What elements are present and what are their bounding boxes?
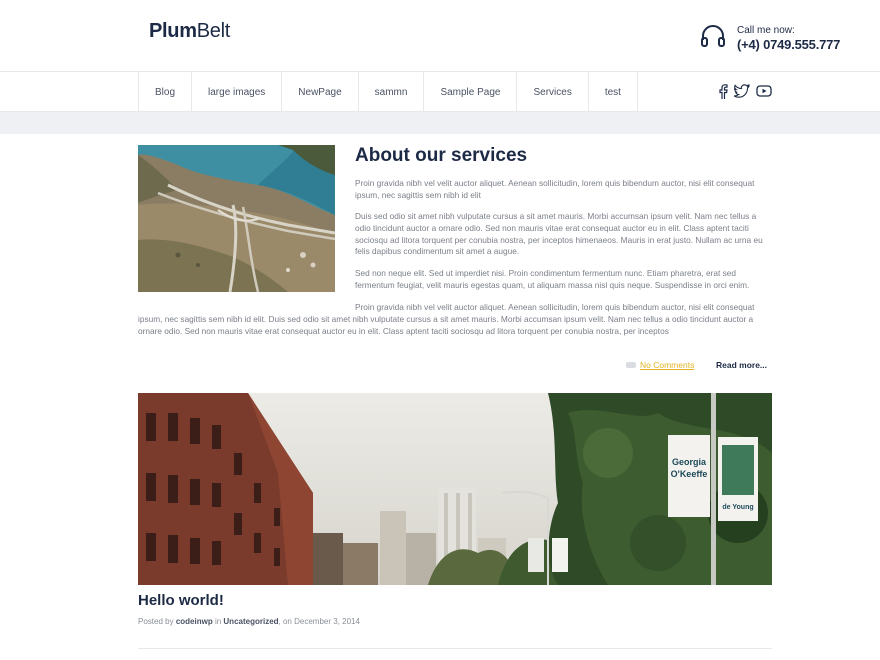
street-scene-image: Georgia O'Keeffe de Young [138, 393, 772, 585]
aerial-highway-image [138, 145, 335, 292]
nav-item-blog[interactable]: Blog [139, 72, 193, 112]
nav-item-services[interactable]: Services [517, 72, 589, 112]
post-paragraph-wrapped: Proin gravida nibh vel velit auctor aliq… [138, 302, 755, 336]
nav-item-sample-page[interactable]: Sample Page [424, 72, 518, 112]
post-paragraph: Duis sed odio sit amet nibh vulputate cu… [355, 211, 763, 257]
comment-icon [626, 362, 636, 368]
post-comments: No Comments [626, 360, 694, 370]
posted-by-label: Posted by [138, 617, 174, 626]
in-label: in [214, 617, 222, 626]
nav-item-test[interactable]: test [589, 72, 638, 112]
twitter-icon[interactable] [734, 84, 750, 98]
nav-item-sammn[interactable]: sammn [359, 72, 425, 112]
post-date: , on December 3, 2014 [278, 617, 360, 626]
call-phone[interactable]: (+4) 0749.555.777 [737, 37, 840, 52]
nav-item-newpage[interactable]: NewPage [282, 72, 359, 112]
youtube-icon[interactable] [756, 84, 772, 98]
category-link[interactable]: Uncategorized [223, 617, 278, 626]
post-title[interactable]: About our services [355, 145, 527, 167]
site-logo[interactable]: PlumBelt [149, 20, 230, 43]
post-paragraph: Proin gravida nibh vel velit auctor aliq… [355, 178, 755, 200]
subheader-band [0, 112, 880, 134]
post-paragraph: Sed non neque elit. Sed ut imperdiet nis… [355, 268, 750, 290]
nav-menu: Blog large images NewPage sammn Sample P… [138, 72, 638, 112]
author-link[interactable]: codeinwp [176, 617, 213, 626]
post-featured-image[interactable]: Georgia O'Keeffe de Young [138, 393, 772, 585]
read-more-link[interactable]: Read more... [716, 360, 767, 370]
post-title[interactable]: Hello world! [138, 592, 224, 609]
comments-link[interactable]: No Comments [640, 360, 694, 370]
facebook-icon[interactable] [718, 84, 728, 99]
social-links [718, 84, 772, 99]
banner-text: Georgia [672, 457, 707, 467]
banner-text: O'Keeffe [671, 469, 708, 479]
site-header: PlumBelt Call me now: (+4) 0749.555.777 [0, 0, 880, 72]
headset-icon [701, 25, 725, 47]
post-meta: Posted by codeinwp in Uncategorized, on … [138, 617, 360, 626]
banner-text: de Young [722, 504, 753, 511]
main-nav: Blog large images NewPage sammn Sample P… [0, 72, 880, 112]
post-thumbnail-aerial[interactable] [138, 145, 335, 292]
nav-item-large-images[interactable]: large images [192, 72, 283, 112]
divider [138, 648, 772, 649]
call-label: Call me now: [737, 25, 795, 36]
